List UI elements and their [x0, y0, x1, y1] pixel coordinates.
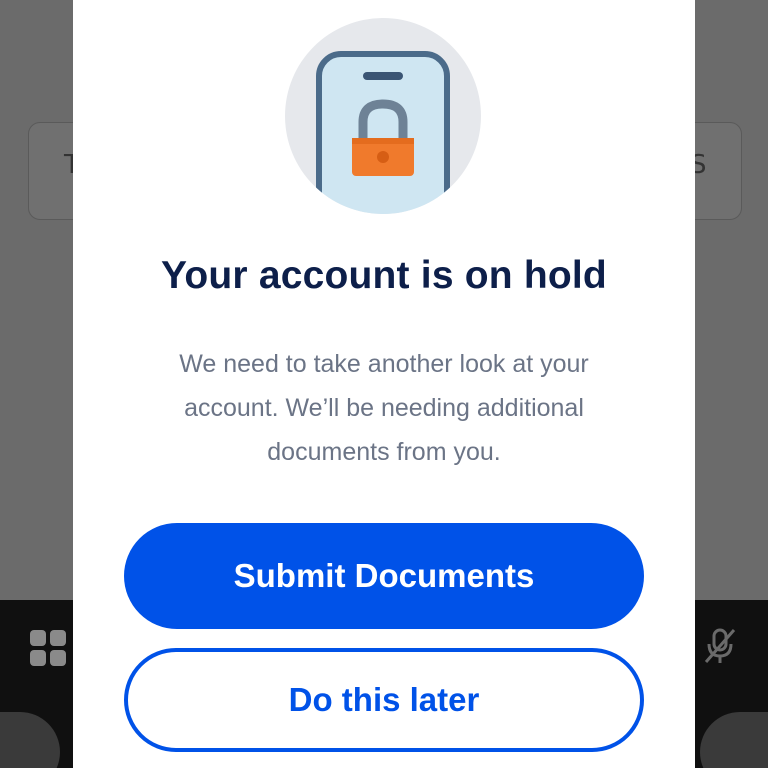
grid-icon: [30, 630, 68, 668]
modal-message: We need to take another look at your acc…: [179, 350, 589, 466]
modal-title: Your account is on hold: [161, 254, 607, 297]
account-hold-modal: Your account is on hold We need to take …: [73, 0, 695, 768]
phone-lock-icon: [285, 18, 481, 214]
submit-documents-button[interactable]: Submit Documents: [124, 523, 644, 629]
do-this-later-button[interactable]: Do this later: [124, 648, 644, 752]
mic-off-icon: [704, 628, 736, 663]
screen: T S Your account is on hold We need to t…: [0, 0, 768, 768]
